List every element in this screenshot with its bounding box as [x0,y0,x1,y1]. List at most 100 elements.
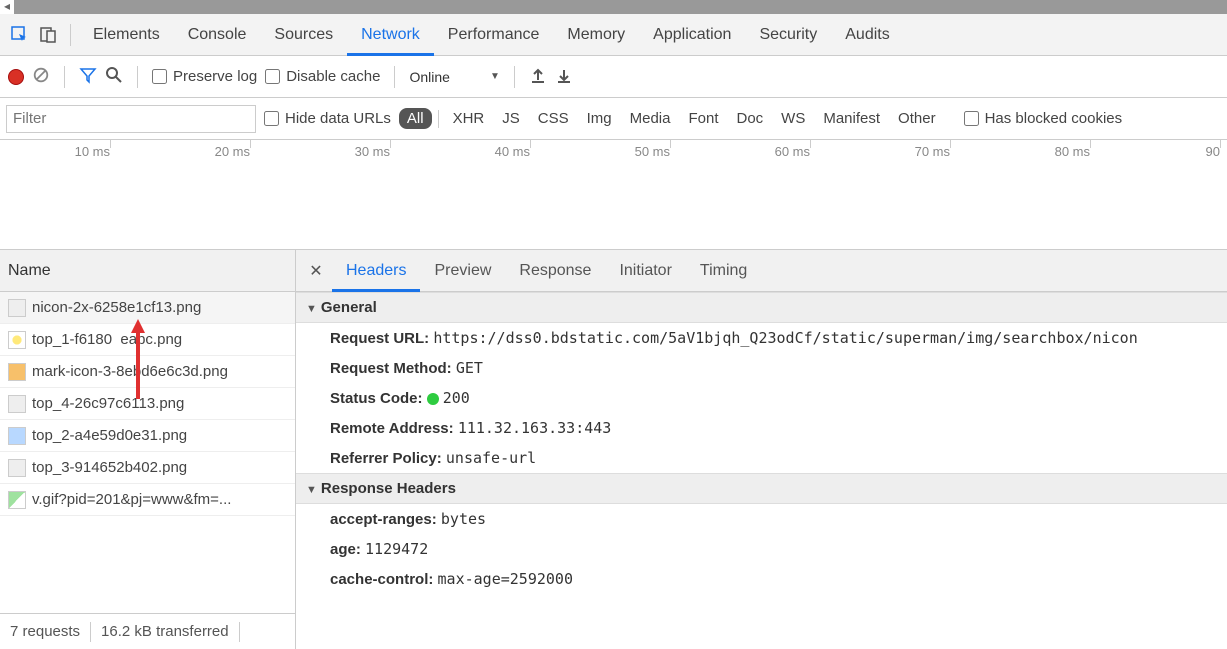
request-name: top_1-f6180 eabc.png [32,331,182,348]
throttling-value: Online [409,69,499,85]
network-timeline[interactable]: 10 ms20 ms30 ms40 ms50 ms60 ms70 ms80 ms… [0,140,1227,250]
request-row[interactable]: top_1-f6180 eabc.png [0,324,295,356]
file-thumb-icon [8,363,26,381]
request-row[interactable]: v.gif?pid=201&pj=www&fm=... [0,484,295,516]
filter-type-ws[interactable]: WS [773,108,813,129]
network-filter-bar: Hide data URLs All XHRJSCSSImgMediaFontDo… [0,98,1227,140]
filter-input[interactable] [6,105,256,133]
filter-type-doc[interactable]: Doc [728,108,771,129]
panel-tab-memory[interactable]: Memory [553,14,639,56]
filter-type-font[interactable]: Font [680,108,726,129]
file-thumb-icon [8,427,26,445]
request-detail-panel: ✕ HeadersPreviewResponseInitiatorTiming … [296,250,1227,649]
timeline-tick: 70 ms [915,144,950,159]
import-har-icon[interactable] [529,66,547,87]
disable-cache-label: Disable cache [286,68,380,85]
file-thumb-icon [8,491,26,509]
section-header[interactable]: ▼Response Headers [296,473,1227,504]
timeline-tick: 40 ms [495,144,530,159]
network-toolbar: Preserve log Disable cache Online ▼ [0,56,1227,98]
header-row: Status Code: 200 [296,383,1227,413]
tab-back-icon[interactable]: ◂ [0,0,14,14]
filter-type-all[interactable]: All [399,108,432,129]
detail-tab-timing[interactable]: Timing [686,250,761,292]
file-thumb-icon [8,331,26,349]
timeline-tick: 60 ms [775,144,810,159]
divider [137,66,138,88]
devtools-panel-tabs: ElementsConsoleSourcesNetworkPerformance… [0,14,1227,56]
detail-tab-response[interactable]: Response [505,250,605,292]
header-row: Request URL: https://dss0.bdstatic.com/5… [296,323,1227,353]
divider [394,66,395,88]
request-name: top_3-914652b402.png [32,459,187,476]
has-blocked-cookies-checkbox[interactable]: Has blocked cookies [964,110,1123,127]
panel-tab-audits[interactable]: Audits [831,14,903,56]
throttling-select[interactable]: Online ▼ [409,69,499,85]
has-blocked-label: Has blocked cookies [985,110,1123,127]
timeline-tick: 30 ms [355,144,390,159]
file-thumb-icon [8,395,26,413]
filter-type-xhr[interactable]: XHR [445,108,493,129]
request-row[interactable]: nicon-2x-6258e1cf13.png [0,292,295,324]
filter-type-js[interactable]: JS [494,108,528,129]
close-icon[interactable]: ✕ [304,261,328,281]
record-button[interactable] [8,69,24,85]
divider [70,24,71,46]
preserve-log-label: Preserve log [173,68,257,85]
request-name: v.gif?pid=201&pj=www&fm=... [32,491,231,508]
panel-tab-console[interactable]: Console [174,14,261,56]
detail-tab-headers[interactable]: Headers [332,250,420,292]
timeline-tick: 50 ms [635,144,670,159]
search-icon[interactable] [105,66,123,87]
detail-tab-initiator[interactable]: Initiator [605,250,685,292]
timeline-tick: 90 [1206,144,1220,159]
request-name: mark-icon-3-8ebd6e6c3d.png [32,363,228,380]
request-row[interactable]: top_2-a4e59d0e31.png [0,420,295,452]
requests-list-panel: Name nicon-2x-6258e1cf13.png top_1-f6180 … [0,250,296,649]
header-row: age: 1129472 [296,534,1227,564]
inspect-element-icon[interactable] [6,21,34,49]
section-header[interactable]: ▼General [296,292,1227,323]
request-row[interactable]: top_3-914652b402.png [0,452,295,484]
detail-tab-preview[interactable]: Preview [420,250,505,292]
filter-type-other[interactable]: Other [890,108,944,129]
status-bar: 7 requests 16.2 kB transferred [0,613,295,649]
timeline-tick: 80 ms [1055,144,1090,159]
request-row[interactable]: top_4-26c97c6113.png [0,388,295,420]
device-toggle-icon[interactable] [34,21,62,49]
filter-type-manifest[interactable]: Manifest [815,108,888,129]
status-transferred: 16.2 kB transferred [91,623,239,640]
panel-tab-security[interactable]: Security [745,14,831,56]
header-row: Remote Address: 111.32.163.33:443 [296,413,1227,443]
panel-tab-elements[interactable]: Elements [79,14,174,56]
header-row: cache-control: max-age=2592000 [296,564,1227,594]
hide-data-urls-label: Hide data URLs [285,110,391,127]
panel-tab-network[interactable]: Network [347,14,434,56]
window-chrome: ◂ [0,0,1227,14]
detail-tabs: ✕ HeadersPreviewResponseInitiatorTiming [296,250,1227,292]
clear-icon[interactable] [32,66,50,87]
divider [64,66,65,88]
panel-tab-application[interactable]: Application [639,14,745,56]
header-row: accept-ranges: bytes [296,504,1227,534]
file-thumb-icon [8,459,26,477]
hide-data-urls-checkbox[interactable]: Hide data URLs [264,110,391,127]
file-thumb-icon [8,299,26,317]
export-har-icon[interactable] [555,66,573,87]
request-name: top_2-a4e59d0e31.png [32,427,187,444]
filter-type-media[interactable]: Media [622,108,679,129]
filter-type-img[interactable]: Img [579,108,620,129]
filter-toggle-icon[interactable] [79,66,97,87]
panel-tab-sources[interactable]: Sources [260,14,347,56]
timeline-tick: 10 ms [75,144,110,159]
request-row[interactable]: mark-icon-3-8ebd6e6c3d.png [0,356,295,388]
preserve-log-checkbox[interactable]: Preserve log [152,68,257,85]
disable-cache-checkbox[interactable]: Disable cache [265,68,380,85]
request-name: nicon-2x-6258e1cf13.png [32,299,201,316]
filter-type-css[interactable]: CSS [530,108,577,129]
panel-tab-performance[interactable]: Performance [434,14,554,56]
status-requests: 7 requests [0,623,90,640]
requests-column-header[interactable]: Name [0,250,295,292]
header-row: Request Method: GET [296,353,1227,383]
request-name: top_4-26c97c6113.png [32,395,184,412]
